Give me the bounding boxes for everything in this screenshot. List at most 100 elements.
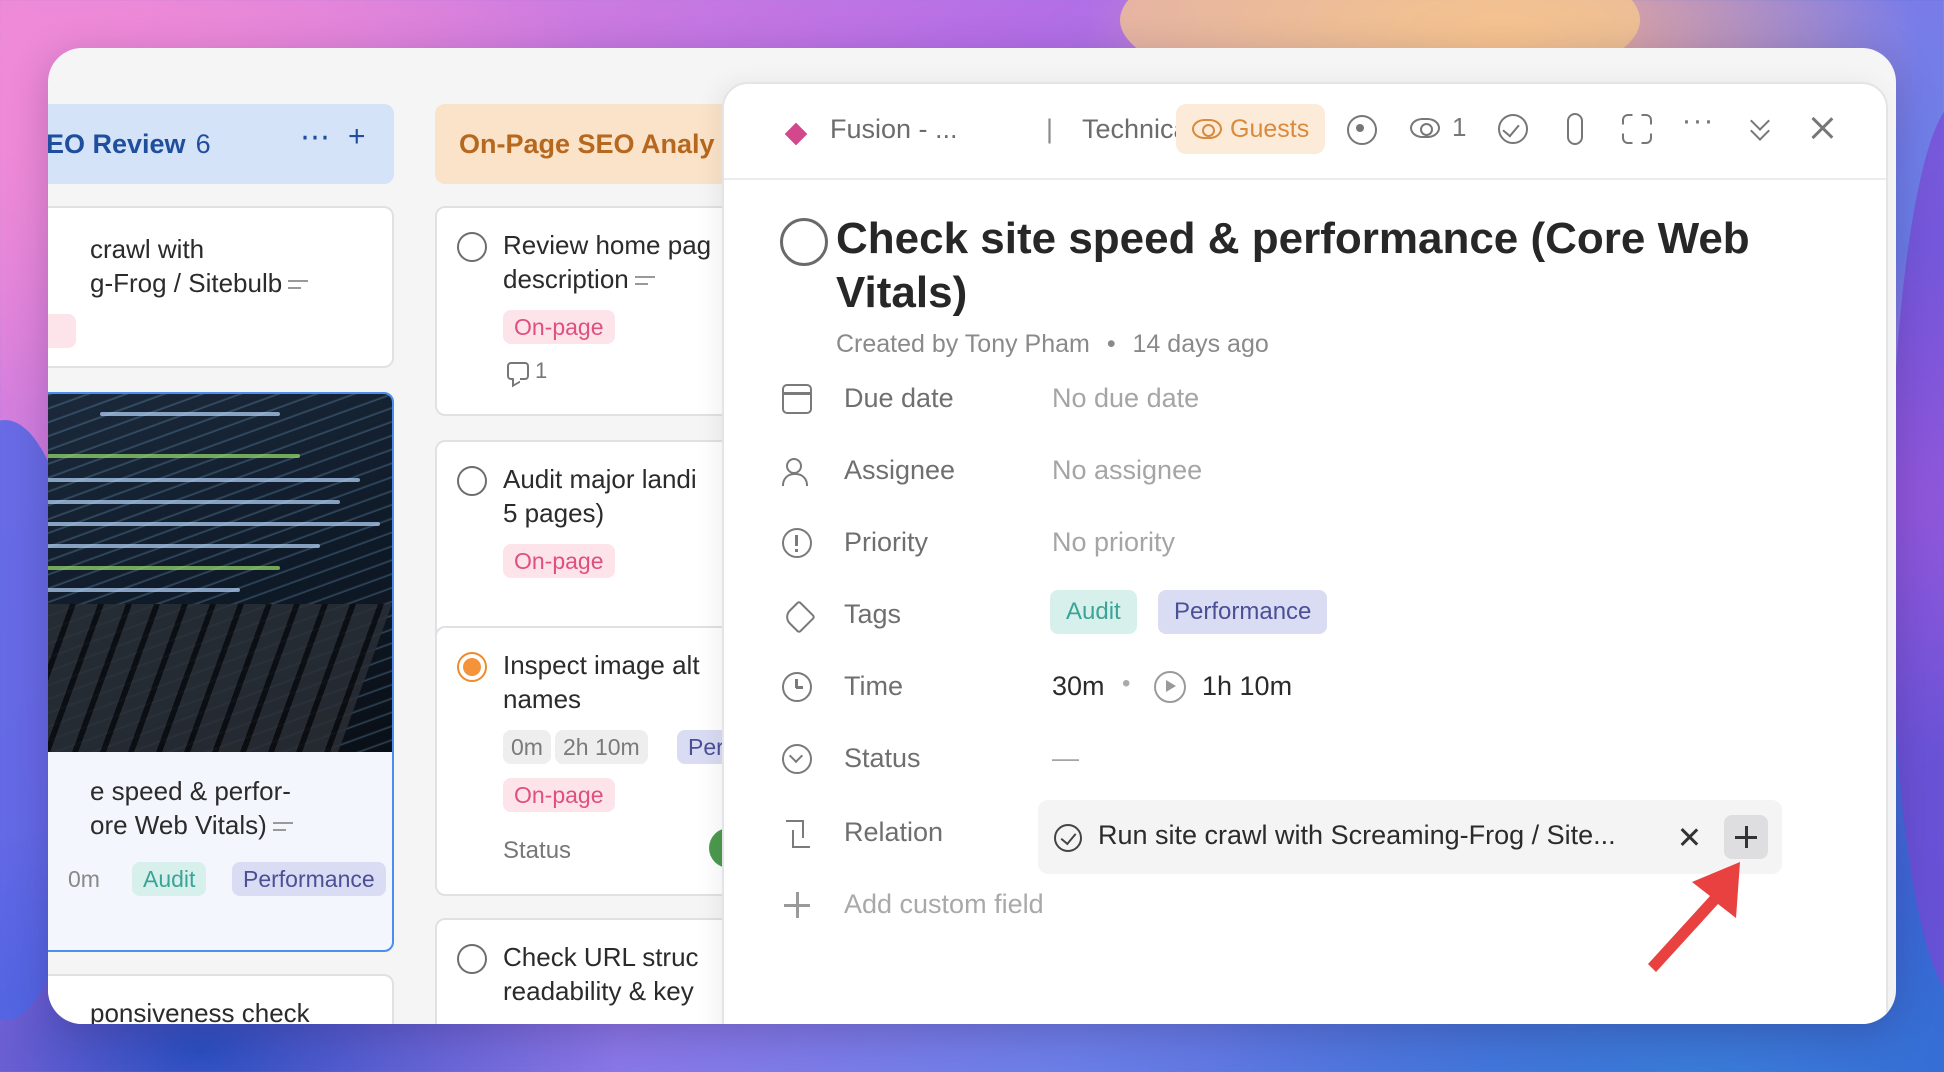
focus-target-icon[interactable] <box>1340 108 1380 148</box>
card-title-line: ore Web Vitals) <box>90 808 295 842</box>
tag-onpage: On-page <box>503 310 615 344</box>
tag-icon <box>782 600 812 630</box>
task-card[interactable]: Review home pag description On-page 1 <box>435 206 748 416</box>
add-relation-button[interactable] <box>1724 815 1768 859</box>
fullscreen-icon[interactable] <box>1616 108 1656 148</box>
guests-button[interactable]: Guests <box>1176 104 1326 154</box>
mark-complete-icon[interactable] <box>1492 108 1532 148</box>
column-more-icon[interactable]: ⋯ <box>300 120 330 155</box>
collapse-chevrons-icon[interactable] <box>1740 108 1780 148</box>
description-icon <box>634 274 657 288</box>
breadcrumb-project[interactable]: Fusion - ... <box>830 114 958 145</box>
wallpaper-blob <box>1890 100 1944 1000</box>
add-custom-field[interactable]: Add custom field <box>782 880 1842 930</box>
complete-checkbox[interactable] <box>457 232 487 262</box>
time-estimate-chip: 0m <box>503 730 551 764</box>
task-card[interactable]: Inspect image alt names 0m 2h 10m Perf O… <box>435 626 748 896</box>
field-label: Status <box>844 743 921 773</box>
field-priority[interactable]: Priority No priority <box>782 518 1842 568</box>
complete-checkbox[interactable] <box>457 466 487 496</box>
relation-task-name[interactable]: Run site crawl with Screaming-Frog / Sit… <box>1098 820 1616 851</box>
add-custom-field-label: Add custom field <box>844 889 1044 919</box>
tag-performance[interactable]: Performance <box>1158 590 1328 634</box>
close-icon[interactable] <box>1802 108 1842 148</box>
watchers-eye-icon[interactable] <box>1406 108 1446 148</box>
assignee-value[interactable]: No assignee <box>1052 455 1202 486</box>
tag-onpage: On-page <box>503 778 615 812</box>
project-color-icon <box>784 122 808 146</box>
card-title-line: ponsiveness check <box>90 998 310 1024</box>
field-label: Priority <box>844 527 929 557</box>
calendar-icon <box>782 384 812 414</box>
task-card[interactable]: Audit major landi 5 pages) On-page <box>435 440 748 652</box>
relation-icon <box>782 818 812 848</box>
column-header-onpage-seo[interactable]: On-Page SEO Analy <box>435 104 748 184</box>
field-label: Relation <box>844 817 944 847</box>
time-separator: • <box>1122 670 1131 697</box>
field-label: Assignee <box>844 455 956 485</box>
field-tags[interactable]: Tags Audit Performance <box>782 590 1842 640</box>
time-tracked-chip: 2h 10m <box>555 730 648 764</box>
time-estimate-value[interactable]: 30m <box>1052 671 1105 702</box>
keyboard-shape <box>48 604 392 752</box>
card-title-line: crawl with <box>90 234 205 264</box>
add-task-icon[interactable]: + <box>348 120 366 154</box>
remove-relation-icon[interactable] <box>1674 822 1704 852</box>
card-title-line: names <box>503 684 582 714</box>
field-status[interactable]: Status — <box>782 734 1842 784</box>
app-window: EO Review 6 ⋯ + On-Page SEO Analy crawl … <box>48 48 1896 1024</box>
task-card[interactable]: ponsiveness check <box>48 974 394 1024</box>
watchers-count[interactable]: 1 <box>1452 112 1466 143</box>
attachment-icon[interactable] <box>1554 108 1594 148</box>
clock-icon <box>782 672 812 702</box>
column-count: 6 <box>195 128 211 159</box>
card-title-line: readability & key <box>503 976 694 1006</box>
status-label: Status <box>503 837 572 864</box>
card-title-line: Check URL struc <box>503 942 699 972</box>
field-label: Tags <box>844 599 902 629</box>
check-circle-icon <box>1054 824 1082 852</box>
field-due-date[interactable]: Due date No due date <box>782 374 1842 424</box>
task-card-selected[interactable]: e speed & perfor- ore Web Vitals) 0m Aud… <box>48 392 394 952</box>
task-card[interactable]: crawl with g-Frog / Sitebulb <box>48 206 394 368</box>
status-icon <box>782 744 812 774</box>
field-time[interactable]: Time 30m • 1h 10m <box>782 662 1842 712</box>
kanban-board: EO Review 6 ⋯ + On-Page SEO Analy crawl … <box>48 48 748 1024</box>
priority-icon <box>782 528 812 558</box>
more-options-icon[interactable]: ··· <box>1678 106 1718 148</box>
task-complete-checkbox[interactable] <box>780 218 828 266</box>
in-progress-checkbox[interactable] <box>457 652 487 682</box>
tag-audit[interactable]: Audit <box>1050 590 1137 634</box>
task-card[interactable]: Check URL struc readability & key <box>435 918 748 1024</box>
card-title-line: description <box>503 262 657 296</box>
status-value[interactable]: — <box>1052 743 1079 774</box>
time-chip: 0m <box>68 866 100 892</box>
card-title-line: 5 pages) <box>503 498 605 528</box>
relation-item[interactable]: Run site crawl with Screaming-Frog / Sit… <box>1038 800 1782 874</box>
tag-chip <box>48 314 76 348</box>
complete-checkbox[interactable] <box>457 944 487 974</box>
tag-onpage: On-page <box>503 544 615 578</box>
task-title[interactable]: Check site speed & performance (Core Web… <box>836 212 1836 320</box>
panel-toolbar: Fusion - ... | Technical S Guests 1 ··· <box>724 84 1886 180</box>
card-title-line: Review home pag <box>503 230 712 260</box>
priority-value[interactable]: No priority <box>1052 527 1175 558</box>
card-title-line: e speed & perfor- <box>90 776 291 806</box>
column-header-seo-review[interactable]: EO Review 6 ⋯ + <box>48 104 394 184</box>
description-icon <box>288 278 310 292</box>
tag-performance: Performance <box>232 862 386 896</box>
card-cover-image <box>48 394 392 752</box>
comment-icon <box>507 362 529 380</box>
comment-count: 1 <box>507 358 547 384</box>
task-created-meta: Created by Tony Pham • 14 days ago <box>836 330 1269 358</box>
field-relation[interactable]: Relation Run site crawl with Screaming-F… <box>782 800 1842 874</box>
play-timer-icon[interactable] <box>1154 671 1186 703</box>
card-title-line: Inspect image alt <box>503 650 700 680</box>
column-title: On-Page SEO Analy <box>459 128 715 159</box>
field-assignee[interactable]: Assignee No assignee <box>782 446 1842 496</box>
due-date-value[interactable]: No due date <box>1052 383 1199 414</box>
field-label: Time <box>844 671 903 701</box>
task-detail-panel: Fusion - ... | Technical S Guests 1 ··· … <box>722 82 1888 1024</box>
time-tracked-value[interactable]: 1h 10m <box>1202 671 1292 702</box>
eye-icon <box>1192 119 1222 139</box>
